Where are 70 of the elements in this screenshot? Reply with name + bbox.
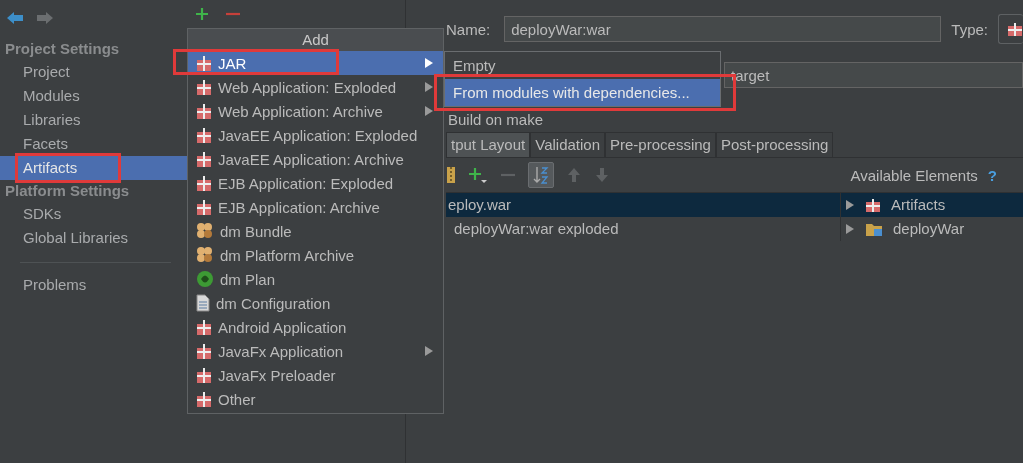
name-label: Name:: [446, 20, 491, 38]
expand-arrow-icon[interactable]: [845, 199, 855, 211]
forward-arrow-icon[interactable]: [36, 11, 54, 25]
menu-item[interactable]: JavaEE Application: Exploded: [188, 123, 443, 147]
available-elements-label: Available Elements: [850, 166, 978, 184]
menu-item[interactable]: dm Configuration: [188, 291, 443, 315]
move-down-icon[interactable]: [594, 166, 610, 184]
gift-icon: [1007, 21, 1023, 37]
add-icon[interactable]: [195, 7, 209, 21]
gift-icon: [196, 174, 212, 192]
help-icon[interactable]: ?: [987, 166, 997, 184]
menu-item[interactable]: From modules with dependencies...: [445, 79, 720, 106]
document-icon: [196, 294, 210, 312]
globe-icon: [196, 270, 214, 288]
move-up-icon[interactable]: [566, 166, 582, 184]
back-arrow-icon[interactable]: [6, 11, 24, 25]
gift-icon: [196, 390, 212, 408]
menu-item[interactable]: dm Bundle: [188, 219, 443, 243]
menu-item[interactable]: JavaEE Application: Archive: [188, 147, 443, 171]
sidebar-item[interactable]: Libraries: [0, 108, 187, 132]
sidebar-item[interactable]: Problems: [0, 273, 187, 297]
gift-icon: [196, 126, 212, 144]
gift-icon: [196, 342, 212, 360]
archive-icon[interactable]: [446, 166, 456, 184]
menu-item[interactable]: dm Platform Archive: [188, 243, 443, 267]
sidebar-item[interactable]: Global Libraries: [0, 226, 187, 250]
gift-icon: [196, 78, 212, 96]
gift-icon: [196, 198, 212, 216]
menu-item[interactable]: EJB Application: Exploded: [188, 171, 443, 195]
menu-item[interactable]: Web Application: Archive: [188, 99, 443, 123]
tree-item[interactable]: deployWar: [893, 217, 965, 241]
output-directory-field[interactable]: target: [724, 62, 1023, 88]
folder-icon: [865, 221, 883, 237]
type-label: Type:: [951, 20, 988, 38]
sidebar-item[interactable]: Modules: [0, 84, 187, 108]
sidebar-item[interactable]: Facets: [0, 132, 187, 156]
gift-icon: [196, 102, 212, 120]
menu-item[interactable]: Other: [188, 387, 443, 411]
sidebar-item[interactable]: Project: [0, 60, 187, 84]
expand-arrow-icon[interactable]: [845, 223, 855, 235]
sidebar-item[interactable]: Artifacts: [0, 156, 187, 180]
gift-icon: [196, 318, 212, 336]
tab[interactable]: Validation: [530, 132, 605, 157]
gift-icon: [865, 197, 881, 213]
menu-item[interactable]: dm Plan: [188, 267, 443, 291]
menu-item[interactable]: EJB Application: Archive: [188, 195, 443, 219]
menu-item[interactable]: Empty: [445, 52, 720, 79]
menu-item[interactable]: Web Application: Exploded: [188, 75, 443, 99]
menu-item[interactable]: JavaFx Preloader: [188, 363, 443, 387]
section-header: Project Settings: [4, 39, 121, 59]
menu-item[interactable]: JavaFx Application: [188, 339, 443, 363]
name-field[interactable]: deployWar:war: [504, 16, 942, 42]
menu-title: Add: [302, 31, 329, 48]
menu-item[interactable]: Android Application: [188, 315, 443, 339]
type-dropdown[interactable]: [998, 14, 1023, 44]
sort-icon[interactable]: [528, 162, 554, 188]
bundle-icon: [196, 222, 214, 240]
bundle-icon: [196, 246, 214, 264]
sidebar-item[interactable]: SDKs: [0, 202, 187, 226]
gift-icon: [196, 366, 212, 384]
gift-icon: [196, 54, 212, 72]
tab[interactable]: Pre-processing: [605, 132, 716, 157]
tab[interactable]: Post-processing: [715, 132, 834, 157]
tree-item[interactable]: eploy.war: [446, 193, 840, 217]
build-on-make-label[interactable]: Build on make: [446, 111, 544, 128]
gift-icon: [196, 150, 212, 168]
add-icon[interactable]: [468, 166, 488, 184]
section-header: Platform Settings: [4, 181, 131, 201]
tree-item[interactable]: deployWar:war exploded: [446, 217, 840, 241]
tab[interactable]: tput Layout: [446, 132, 531, 157]
